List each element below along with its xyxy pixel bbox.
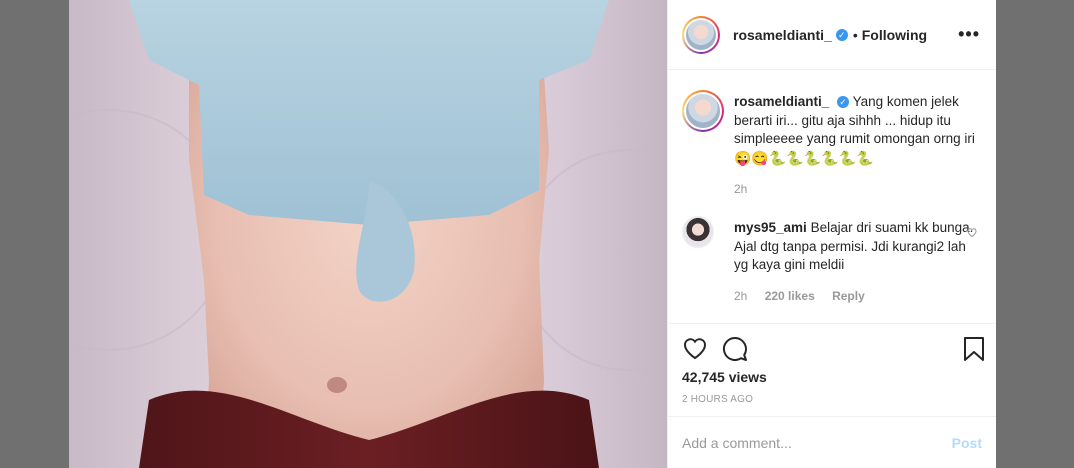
video-frame-illustration: [69, 0, 667, 468]
following-button[interactable]: Following: [862, 27, 927, 43]
post-video[interactable]: [69, 0, 667, 468]
add-comment-bar: Post: [668, 416, 996, 468]
heart-icon[interactable]: [682, 336, 708, 360]
author-avatar[interactable]: [682, 15, 720, 54]
verified-badge-icon: ✓: [835, 28, 848, 41]
comment-icon[interactable]: [722, 336, 748, 362]
separator-dot: •: [852, 26, 858, 43]
post-modal: rosameldianti_ ✓ • Following ••• rosamel…: [69, 0, 996, 468]
small-heart-icon[interactable]: [966, 226, 978, 238]
post-sidebar: rosameldianti_ ✓ • Following ••• rosamel…: [667, 0, 996, 468]
comment-item: mys95_ami Belajar dri suami kk bunga. Aj…: [682, 216, 982, 303]
verified-badge-icon: ✓: [837, 96, 850, 109]
reply-button[interactable]: Reply: [832, 289, 865, 303]
views-count[interactable]: 42,745 views: [682, 369, 767, 385]
caption-emojis: 😜😋🐍🐍🐍🐍🐍🐍: [734, 149, 874, 166]
bookmark-icon[interactable]: [963, 336, 985, 362]
comment-likes[interactable]: 220 likes: [765, 289, 815, 303]
caption-avatar[interactable]: [682, 90, 724, 132]
caption-username[interactable]: rosameldianti_: [734, 94, 829, 109]
caption: rosameldianti_ ✓ Yang komen jelek berart…: [682, 90, 982, 196]
comments-list[interactable]: rosameldianti_ ✓ Yang komen jelek berart…: [668, 71, 996, 323]
add-comment-input[interactable]: [682, 434, 952, 451]
post-timestamp[interactable]: 2 HOURS AGO: [682, 394, 753, 405]
commenter-avatar[interactable]: [682, 216, 714, 248]
post-comment-button[interactable]: Post: [952, 435, 982, 451]
caption-meta: 2h: [734, 182, 982, 196]
more-options-icon[interactable]: •••: [958, 24, 980, 45]
comment-meta: 2h 220 likes Reply: [734, 289, 982, 303]
post-header: rosameldianti_ ✓ • Following •••: [668, 0, 996, 70]
comment-time[interactable]: 2h: [734, 289, 747, 303]
commenter-username[interactable]: mys95_ami: [734, 220, 807, 235]
caption-time[interactable]: 2h: [734, 182, 747, 196]
action-bar: [668, 323, 996, 363]
author-username[interactable]: rosameldianti_: [733, 27, 832, 43]
